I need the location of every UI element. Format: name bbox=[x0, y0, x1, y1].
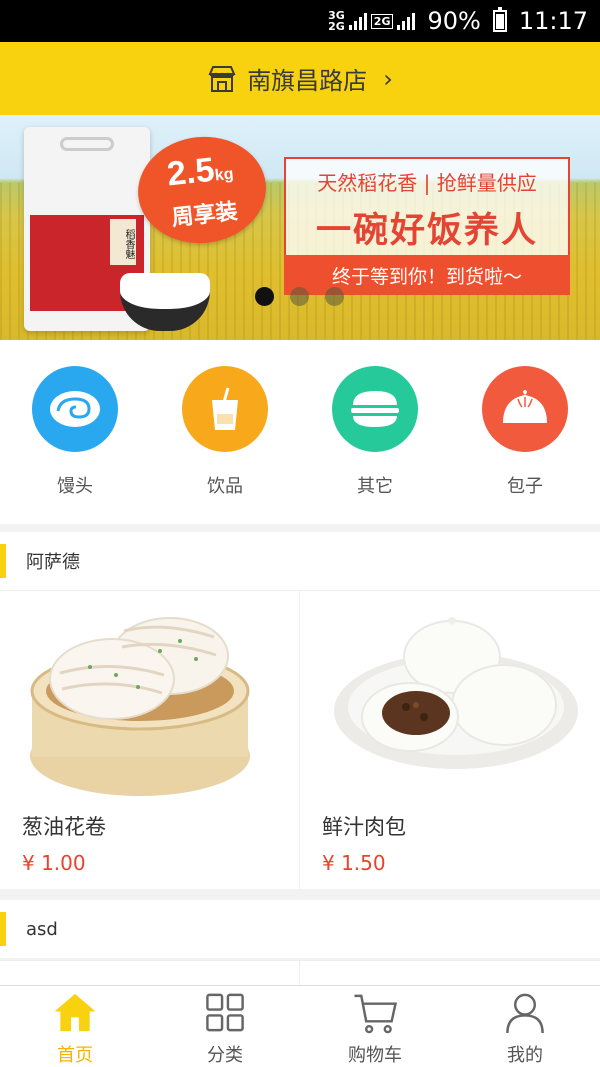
store-icon bbox=[208, 65, 236, 92]
status-bar: 3G 2G 2G 90% 11:17 bbox=[0, 0, 600, 42]
signal-icon-2 bbox=[397, 12, 416, 30]
carousel-dot[interactable] bbox=[290, 287, 309, 306]
product-image bbox=[334, 617, 578, 769]
section-title: asd bbox=[26, 918, 58, 940]
tab-label: 我的 bbox=[507, 1045, 543, 1066]
category-label: 馒头 bbox=[57, 476, 93, 497]
signal-icon bbox=[348, 12, 367, 30]
category-label: 饮品 bbox=[207, 476, 243, 497]
store-selector[interactable]: 南旗昌路店 › bbox=[0, 42, 600, 115]
category-label: 其它 bbox=[357, 476, 393, 497]
category-drinks[interactable]: 饮品 bbox=[150, 340, 300, 524]
drink-cup-icon bbox=[182, 366, 268, 452]
category-other[interactable]: 其它 bbox=[300, 340, 450, 524]
cart-icon bbox=[354, 994, 398, 1034]
rice-bag-brand: 稻香魅 bbox=[110, 219, 136, 265]
section-header: 阿萨德 bbox=[0, 532, 600, 590]
carousel-dot[interactable] bbox=[255, 287, 274, 306]
user-icon bbox=[506, 993, 544, 1034]
network-2g-label: 2G bbox=[328, 20, 345, 33]
battery-percent: 90% bbox=[427, 7, 481, 35]
promo-banner[interactable]: 稻香魅 2.5kg 周享装 天然稻花香 | 抢鲜量供应 一碗好饭养人 终于等到你… bbox=[0, 115, 600, 340]
promo-line-2: 一碗好饭养人 bbox=[315, 211, 538, 251]
product-price: ¥ 1.00 bbox=[22, 851, 86, 875]
category-mantou[interactable]: 馒头 bbox=[0, 340, 150, 524]
section-header: asd bbox=[0, 900, 600, 958]
section-accent-bar bbox=[0, 912, 6, 946]
tab-label: 分类 bbox=[207, 1045, 243, 1066]
store-name: 南旗昌路店 bbox=[247, 67, 368, 95]
badge-amount: 2.5 bbox=[165, 150, 217, 193]
category-baozi[interactable]: 包子 bbox=[450, 340, 600, 524]
burger-icon bbox=[332, 366, 418, 452]
tab-label: 首页 bbox=[57, 1045, 93, 1066]
network-2g-badge: 2G bbox=[370, 13, 394, 29]
baozi-icon bbox=[482, 366, 568, 452]
carousel-dot[interactable] bbox=[325, 287, 344, 306]
tab-mine[interactable]: 我的 bbox=[450, 986, 600, 1067]
steamed-bun-roll-icon bbox=[32, 366, 118, 452]
category-grid: 馒头 饮品 其它 包子 bbox=[0, 340, 600, 524]
product-price: ¥ 1.50 bbox=[322, 851, 386, 875]
home-icon bbox=[54, 993, 96, 1032]
product-card[interactable]: 葱油花卷 ¥ 1.00 bbox=[0, 591, 300, 889]
tab-label: 购物车 bbox=[348, 1045, 402, 1066]
product-name: 鲜汁肉包 bbox=[322, 815, 406, 839]
bottom-tab-bar: 首页 分类 购物车 我的 bbox=[0, 985, 600, 1067]
promo-textbox: 天然稻花香 | 抢鲜量供应 一碗好饭养人 终于等到你！到货啦～ bbox=[284, 157, 570, 295]
battery-icon bbox=[492, 7, 507, 32]
product-grid: 葱油花卷 ¥ 1.00 鲜汁肉包 ¥ 1.50 bbox=[0, 590, 600, 889]
product-card[interactable]: 鲜汁肉包 ¥ 1.50 bbox=[300, 591, 600, 889]
tab-cart[interactable]: 购物车 bbox=[300, 986, 450, 1067]
section-title: 阿萨德 bbox=[26, 552, 80, 573]
badge-unit: kg bbox=[213, 165, 235, 185]
tab-home[interactable]: 首页 bbox=[0, 986, 150, 1067]
chevron-right-icon: › bbox=[383, 64, 393, 93]
grid-icon bbox=[206, 993, 244, 1032]
carousel-dots[interactable] bbox=[255, 287, 344, 306]
promo-line-1: 天然稻花香 | 抢鲜量供应 bbox=[317, 171, 537, 195]
network-indicator: 3G 2G 2G bbox=[328, 10, 416, 33]
section-accent-bar bbox=[0, 544, 6, 578]
category-label: 包子 bbox=[507, 476, 543, 497]
product-image bbox=[30, 617, 250, 796]
product-name: 葱油花卷 bbox=[22, 815, 106, 839]
tab-category[interactable]: 分类 bbox=[150, 986, 300, 1067]
clock: 11:17 bbox=[518, 7, 588, 35]
